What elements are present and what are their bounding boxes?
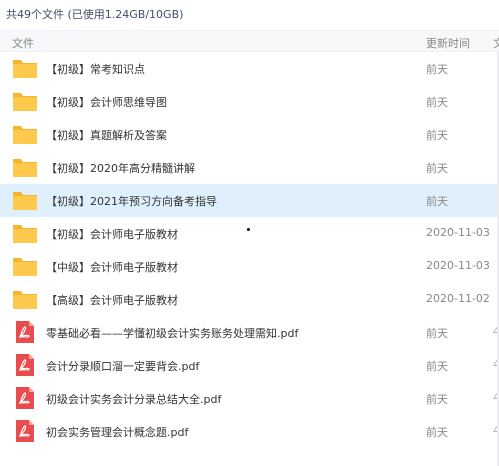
file-name[interactable]: 初会实务管理会计概念题.pdf xyxy=(46,424,188,440)
file-updated-time: 前天 xyxy=(426,195,448,208)
file-name[interactable]: 【初级】真题解析及答案 xyxy=(46,127,167,143)
file-updated-time: 前天 xyxy=(426,360,448,373)
pdf-file-icon xyxy=(12,386,38,410)
file-updated-time: 前天 xyxy=(426,96,448,109)
file-updated-time: 2020-11-03 xyxy=(426,226,490,239)
folder-row[interactable]: 【初级】常考知识点 前天 xyxy=(0,52,499,85)
folder-icon xyxy=(12,287,38,311)
folder-row[interactable]: 【初级】会计师思维导图 前天 xyxy=(0,85,499,118)
folder-icon xyxy=(12,221,38,245)
folder-row[interactable]: 【高级】会计师电子版教材 2020-11-02 xyxy=(0,283,499,316)
file-row[interactable]: 零基础必看——学懂初级会计实务账务处理需知.pdf 前天 4 xyxy=(0,316,499,349)
file-updated-time: 前天 xyxy=(426,327,448,340)
file-updated-time: 前天 xyxy=(426,63,448,76)
pdf-file-icon xyxy=(12,419,38,443)
folder-icon xyxy=(12,122,38,146)
file-updated-time: 2020-11-02 xyxy=(426,292,490,305)
folder-row[interactable]: 【初级】2020年高分精髓讲解 前天 xyxy=(0,151,499,184)
list-header: 文件 更新时间 文件大小 xyxy=(0,30,499,52)
folder-icon xyxy=(12,188,38,212)
file-name[interactable]: 【高级】会计师电子版教材 xyxy=(46,292,178,308)
pdf-file-icon xyxy=(12,353,38,377)
file-updated-time: 前天 xyxy=(426,393,448,406)
file-name[interactable]: 【初级】会计师思维导图 xyxy=(46,94,167,110)
column-header-name[interactable]: 文件 xyxy=(12,35,34,51)
folder-row[interactable]: 【初级】2021年预习方向备考指导 前天 xyxy=(0,184,499,217)
folder-row[interactable]: 【初级】会计师电子版教材 2020-11-03 xyxy=(0,217,499,250)
folder-icon xyxy=(12,254,38,278)
file-name[interactable]: 【初级】常考知识点 xyxy=(46,61,145,77)
mouse-cursor xyxy=(247,228,250,231)
file-name[interactable]: 【初级】会计师电子版教材 xyxy=(46,226,178,242)
file-name[interactable]: 初级会计实务会计分录总结大全.pdf xyxy=(46,391,221,407)
file-row[interactable]: 初会实务管理会计概念题.pdf 前天 4 xyxy=(0,415,499,448)
file-name[interactable]: 会计分录顺口溜一定要背会.pdf xyxy=(46,358,199,374)
file-count-summary: 共49个文件 (已使用1.24GB/10GB) xyxy=(6,8,184,21)
file-updated-time: 前天 xyxy=(426,426,448,439)
file-name[interactable]: 零基础必看——学懂初级会计实务账务处理需知.pdf xyxy=(46,325,298,341)
file-row[interactable]: 会计分录顺口溜一定要背会.pdf 前天 4 xyxy=(0,349,499,382)
column-header-size[interactable]: 文件大小 xyxy=(493,35,499,51)
folder-icon xyxy=(12,155,38,179)
file-updated-time: 前天 xyxy=(426,162,448,175)
file-name[interactable]: 【中级】会计师电子版教材 xyxy=(46,259,178,275)
folder-row[interactable]: 【初级】真题解析及答案 前天 xyxy=(0,118,499,151)
file-name[interactable]: 【初级】2020年高分精髓讲解 xyxy=(46,160,195,176)
file-row[interactable]: 初级会计实务会计分录总结大全.pdf 前天 4 xyxy=(0,382,499,415)
folder-row[interactable]: 【中级】会计师电子版教材 2020-11-03 xyxy=(0,250,499,283)
file-updated-time: 2020-11-03 xyxy=(426,259,490,272)
file-updated-time: 前天 xyxy=(426,129,448,142)
folder-icon xyxy=(12,89,38,113)
column-header-time[interactable]: 更新时间 xyxy=(426,35,470,51)
file-name[interactable]: 【初级】2021年预习方向备考指导 xyxy=(46,193,217,209)
folder-icon xyxy=(12,56,38,80)
pdf-file-icon xyxy=(12,320,38,344)
